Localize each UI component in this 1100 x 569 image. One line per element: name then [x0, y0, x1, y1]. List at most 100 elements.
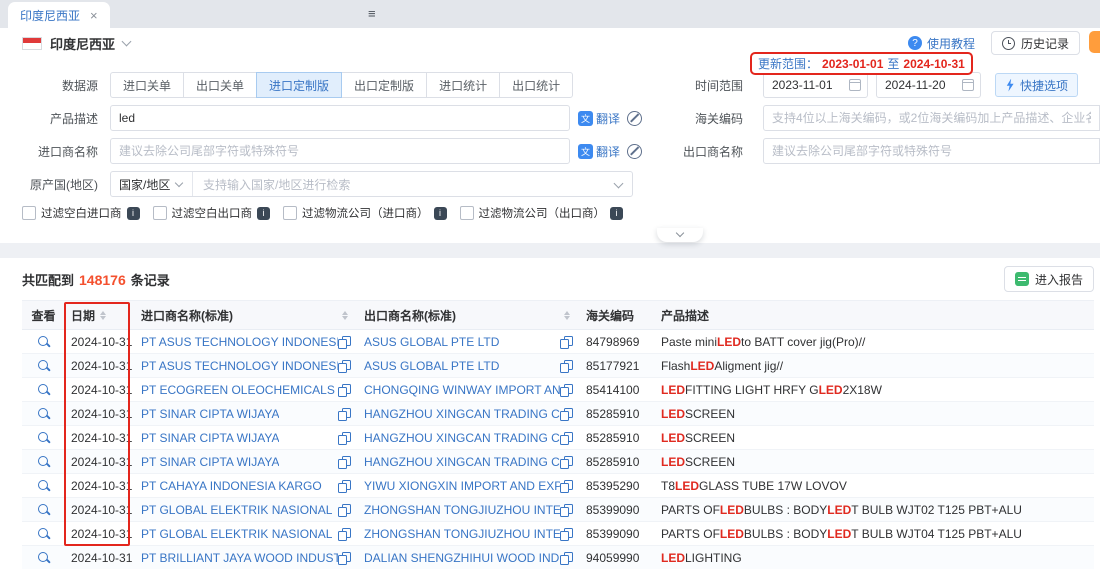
copy-icon[interactable] [560, 552, 572, 564]
view-row-icon[interactable] [37, 479, 51, 493]
copy-icon[interactable] [338, 552, 350, 564]
view-row-icon[interactable] [37, 407, 51, 421]
tab-menu-icon[interactable]: ≡ [368, 6, 376, 21]
exporter-link[interactable]: DALIAN SHENGZHIHUI WOOD INDUST... [364, 551, 560, 565]
hs-code-input[interactable] [763, 105, 1100, 131]
data-source-label: 数据源 [0, 77, 110, 94]
hs-code-cell: 85285910 [580, 407, 655, 421]
exporter-link[interactable]: ZHONGSHAN TONGJIUZHOU INTERNA... [364, 527, 560, 541]
close-icon[interactable]: × [90, 9, 98, 22]
copy-icon[interactable] [560, 504, 572, 516]
source-tab-出口统计[interactable]: 出口统计 [499, 72, 573, 98]
exporter-input[interactable] [763, 138, 1100, 164]
copy-icon[interactable] [338, 408, 350, 420]
checkbox-box[interactable] [460, 206, 474, 220]
no-translate-icon[interactable] [627, 111, 642, 126]
importer-input[interactable] [110, 138, 570, 164]
view-row-icon[interactable] [37, 431, 51, 445]
exporter-link[interactable]: ASUS GLOBAL PTE LTD [364, 335, 499, 349]
view-row-icon[interactable] [37, 527, 51, 541]
importer-link[interactable]: PT GLOBAL ELEKTRIK NASIONAL [141, 527, 332, 541]
sort-icon[interactable] [100, 311, 106, 320]
floating-widget[interactable] [1089, 31, 1100, 53]
product-cell: LED SCREEN [655, 407, 1094, 421]
importer-link[interactable]: PT ASUS TECHNOLOGY INDONESIA BA... [141, 359, 338, 373]
source-tab-出口定制版[interactable]: 出口定制版 [341, 72, 427, 98]
sort-icon[interactable] [342, 311, 348, 320]
product-desc-input[interactable] [110, 105, 570, 131]
checkbox-box[interactable] [283, 206, 297, 220]
copy-icon[interactable] [560, 384, 572, 396]
view-row-icon[interactable] [37, 335, 51, 349]
view-row-icon[interactable] [37, 503, 51, 517]
copy-icon[interactable] [338, 480, 350, 492]
view-row-icon[interactable] [37, 551, 51, 565]
source-tab-进口定制版[interactable]: 进口定制版 [256, 72, 342, 98]
copy-icon[interactable] [560, 528, 572, 540]
exporter-link[interactable]: HANGZHOU XINGCAN TRADING CO LTD [364, 431, 560, 445]
copy-icon[interactable] [338, 432, 350, 444]
table-row: 2024-10-31PT SINAR CIPTA WIJAYAHANGZHOU … [22, 426, 1094, 450]
importer-link[interactable]: PT BRILLIANT JAYA WOOD INDUSTRY [141, 551, 338, 565]
importer-link[interactable]: PT GLOBAL ELEKTRIK NASIONAL [141, 503, 332, 517]
origin-input[interactable]: 国家/地区 支持输入国家/地区进行检索 [110, 171, 633, 197]
checkbox-box[interactable] [22, 206, 36, 220]
history-button[interactable]: 历史记录 [991, 31, 1080, 55]
exporter-link[interactable]: YIWU XIONGXIN IMPORT AND EXPORT... [364, 479, 560, 493]
exporter-link[interactable]: HANGZHOU XINGCAN TRADING CO LTD [364, 407, 560, 421]
copy-icon[interactable] [560, 408, 572, 420]
column-header[interactable]: 进口商名称(标准) [135, 307, 358, 324]
view-row-icon[interactable] [37, 455, 51, 469]
copy-icon[interactable] [338, 336, 350, 348]
filter-checkbox[interactable]: 过滤空白进口商i [22, 205, 140, 221]
copy-icon[interactable] [560, 360, 572, 372]
copy-icon[interactable] [338, 504, 350, 516]
copy-icon[interactable] [338, 528, 350, 540]
source-tab-进口统计[interactable]: 进口统计 [426, 72, 500, 98]
translate-icon: 文 [578, 111, 593, 126]
tutorial-link[interactable]: ? 使用教程 [908, 35, 975, 52]
exporter-link[interactable]: ZHONGSHAN TONGJIUZHOU INTERNA... [364, 503, 560, 517]
filter-checkbox[interactable]: 过滤物流公司（出口商）i [460, 205, 624, 221]
date-to-input[interactable]: 2024-11-20 [876, 72, 981, 98]
collapse-panel-handle[interactable] [657, 228, 703, 242]
filter-checkbox[interactable]: 过滤空白出口商i [153, 205, 271, 221]
copy-icon[interactable] [560, 480, 572, 492]
copy-icon[interactable] [560, 456, 572, 468]
exporter-link[interactable]: CHONGQING WINWAY IMPORT AND E... [364, 383, 560, 397]
translate-button[interactable]: 文 翻译 [578, 143, 620, 160]
source-tab-进口关单[interactable]: 进口关单 [110, 72, 184, 98]
column-header[interactable]: 出口商名称(标准) [358, 307, 580, 324]
copy-icon[interactable] [338, 384, 350, 396]
importer-link[interactable]: PT CAHAYA INDONESIA KARGO [141, 479, 322, 493]
copy-icon[interactable] [338, 456, 350, 468]
copy-icon[interactable] [560, 432, 572, 444]
copy-icon[interactable] [338, 360, 350, 372]
exporter-link[interactable]: HANGZHOU XINGCAN TRADING CO LTD [364, 455, 560, 469]
no-translate-icon[interactable] [627, 144, 642, 159]
tab-indonesia[interactable]: 印度尼西亚 × [8, 2, 110, 28]
origin-select[interactable]: 国家/地区 [111, 172, 193, 196]
quick-options-button[interactable]: 快捷选项 [995, 73, 1078, 97]
highlighted-keyword: LED [827, 527, 851, 541]
importer-link[interactable]: PT SINAR CIPTA WIJAYA [141, 455, 279, 469]
chevron-down-icon[interactable] [122, 37, 132, 47]
view-row-icon[interactable] [37, 383, 51, 397]
filter-checkbox[interactable]: 过滤物流公司（进口商）i [283, 205, 447, 221]
source-tab-出口关单[interactable]: 出口关单 [183, 72, 257, 98]
importer-link[interactable]: PT ASUS TECHNOLOGY INDONESIA BA... [141, 335, 338, 349]
importer-link[interactable]: PT ECOGREEN OLEOCHEMICALS [141, 383, 335, 397]
copy-icon[interactable] [560, 336, 572, 348]
importer-link[interactable]: PT SINAR CIPTA WIJAYA [141, 431, 279, 445]
date-from-input[interactable]: 2023-11-01 [763, 72, 868, 98]
translate-button[interactable]: 文 翻译 [578, 110, 620, 127]
enter-report-button[interactable]: 进入报告 [1004, 266, 1094, 292]
column-header[interactable]: 日期 [65, 307, 135, 324]
exporter-link[interactable]: ASUS GLOBAL PTE LTD [364, 359, 499, 373]
calendar-icon [849, 79, 861, 91]
importer-link[interactable]: PT SINAR CIPTA WIJAYA [141, 407, 279, 421]
checkbox-box[interactable] [153, 206, 167, 220]
view-row-icon[interactable] [37, 359, 51, 373]
sort-icon[interactable] [564, 311, 570, 320]
column-header-label: 查看 [31, 307, 55, 324]
